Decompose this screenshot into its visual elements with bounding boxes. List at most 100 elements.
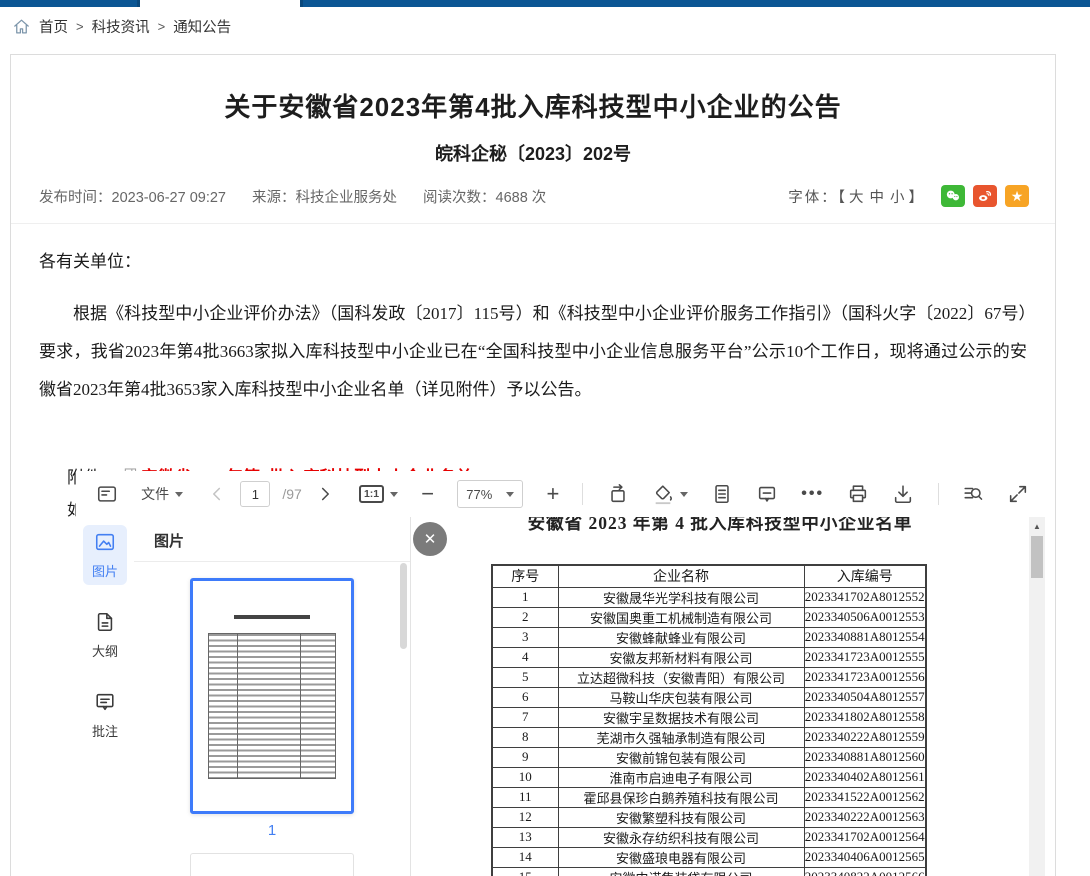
download-icon[interactable] [892,483,914,505]
page-thumbnail-selected[interactable] [190,578,354,814]
font-size-small-button[interactable]: 小 [890,190,907,206]
table-row: 10淮南市启迪电子有限公司2023340402A8012561 [492,767,926,787]
top-nav-tab-remnant [137,0,303,7]
favorite-button[interactable]: ★ [1005,185,1029,207]
meta-info: 发布时间：2023-06-27 09:27 来源：科技企业服务处 阅读次数：46… [39,186,546,207]
page-number-input[interactable] [240,481,270,507]
table-cell: 2023341702A0012564 [804,827,926,847]
more-options-icon[interactable]: ••• [801,485,824,503]
sidebar-tab-images[interactable]: 图片 [83,525,127,585]
column-header-index: 序号 [492,565,558,587]
chevron-down-icon [175,492,183,497]
breadcrumb-separator: > [76,19,84,34]
table-row: 14安徽盛琅电器有限公司2023340406A0012565 [492,847,926,867]
font-size-large-button[interactable]: 大 [849,190,866,206]
table-cell: 1 [492,587,558,607]
page-thumbnail-next[interactable] [190,853,354,876]
breadcrumb: 首页 > 科技资讯 > 通知公告 [12,16,231,37]
chevron-down-icon[interactable] [390,492,398,497]
annotation-bubble-icon [94,691,116,713]
company-table: 序号 企业名称 入库编号 1安徽晟华光学科技有限公司2023341702A801… [491,564,927,876]
previous-page-icon[interactable] [206,483,228,505]
table-cell: 安徽友邦新材料有限公司 [558,647,804,667]
zoom-in-button[interactable]: + [546,483,559,505]
thumbnail-page-number: 1 [134,822,410,839]
viewer-sidebar: 图片 大纲 批注 [76,517,134,876]
table-cell: 9 [492,747,558,767]
zoom-level-select[interactable]: 77% [457,480,523,508]
table-cell: 淮南市启迪电子有限公司 [558,767,804,787]
table-cell: 安徽盛琅电器有限公司 [558,847,804,867]
panel-scrollbar-thumb[interactable] [400,563,407,649]
file-menu-label: 文件 [141,484,169,504]
table-cell: 2023340881A8012560 [804,747,926,767]
actual-size-button[interactable]: 1:1 [359,485,384,503]
article-tools: 字体：【大中小】 ★ [788,185,1029,207]
thumbnail-mini-table [208,633,336,779]
file-menu-button[interactable]: 文件 [141,484,183,504]
breadcrumb-item-notices[interactable]: 通知公告 [173,16,231,37]
table-row: 11霍邱县保珍白鹅养殖科技有限公司2023341522A0012562 [492,787,926,807]
font-size-widget: 字体：【大中小】 [788,186,925,207]
table-cell: 2023341723A0012555 [804,647,926,667]
source: 来源：科技企业服务处 [252,186,397,207]
table-cell: 2023341723A0012556 [804,667,926,687]
view-count: 阅读次数：4688 次 [423,186,546,207]
content-scrollbar-thumb[interactable] [1031,536,1043,578]
table-cell: 15 [492,867,558,876]
page-total: /97 [282,486,301,502]
close-icon: ✕ [424,530,437,548]
table-cell: 2 [492,607,558,627]
zoom-out-button[interactable]: − [421,483,434,505]
comment-bubble-icon[interactable] [756,483,778,505]
table-cell: 2023340506A0012553 [804,607,926,627]
table-cell: 安徽晟华光学科技有限公司 [558,587,804,607]
publish-time: 发布时间：2023-06-27 09:27 [39,186,226,207]
breadcrumb-item-home[interactable]: 首页 [39,16,68,37]
chevron-down-icon[interactable] [680,492,688,497]
sidebar-tab-label: 批注 [83,721,127,740]
breadcrumb-item-news[interactable]: 科技资讯 [92,16,150,37]
pdf-page-content[interactable]: 安徽省 2023 年第 4 批入库科技型中小企业名单 序号 企业名称 入库编号 … [411,517,1029,876]
sidebar-tab-outline[interactable]: 大纲 [83,605,127,665]
sidebar-toggle-icon[interactable] [96,483,118,505]
table-cell: 2023340406A0012565 [804,847,926,867]
search-icon[interactable] [962,483,984,505]
wechat-share-button[interactable] [941,185,965,207]
page: 首页 > 科技资讯 > 通知公告 关于安徽省2023年第4批入库科技型中小企业的… [0,0,1090,876]
content-scrollbar[interactable]: ▲ [1029,517,1045,876]
body-paragraph: 根据《科技型中小企业评价办法》（国科发政〔2017〕115号）和《科技型中小企业… [39,295,1027,409]
page-navigation: /97 [206,481,335,507]
pdf-viewer-body: 图片 大纲 批注 [76,517,1045,876]
article-container: 关于安徽省2023年第4批入库科技型中小企业的公告 皖科企秘〔2023〕202号… [10,54,1056,876]
article-body: 各有关单位： 根据《科技型中小企业评价办法》（国科发政〔2017〕115号）和《… [11,247,1055,409]
table-cell: 12 [492,807,558,827]
table-row: 7安徽宇呈数据技术有限公司2023341802A8012558 [492,707,926,727]
table-row: 2安徽国奥重工机械制造有限公司2023340506A0012553 [492,607,926,627]
panel-scrollbar[interactable] [400,563,408,876]
table-cell: 2023341802A8012558 [804,707,926,727]
table-cell: 安徽繁塑科技有限公司 [558,807,804,827]
scroll-up-arrow[interactable]: ▲ [1029,517,1045,531]
print-icon[interactable] [847,483,869,505]
sidebar-tab-annotations[interactable]: 批注 [83,685,127,745]
table-cell: 安徽蜂献蜂业有限公司 [558,627,804,647]
table-cell: 10 [492,767,558,787]
table-row: 5立达超微科技（安徽青阳）有限公司2023341723A0012556 [492,667,926,687]
next-page-icon[interactable] [314,483,336,505]
close-panel-button[interactable]: ✕ [413,522,447,556]
table-cell: 13 [492,827,558,847]
rotate-page-icon[interactable] [607,483,629,505]
column-header-code: 入库编号 [804,565,926,587]
fullscreen-icon[interactable] [1007,483,1029,505]
paint-bucket-icon[interactable] [652,483,674,505]
table-cell: 立达超微科技（安徽青阳）有限公司 [558,667,804,687]
font-size-medium-button[interactable]: 中 [870,190,887,206]
weibo-share-button[interactable] [973,185,997,207]
thumbnail-panel-title: 图片 [134,517,410,562]
table-row: 15安徽中诺集装袋有限公司2023340822A0012566 [492,867,926,876]
notes-document-icon[interactable] [711,483,733,505]
wechat-icon [944,187,962,205]
table-row: 6马鞍山华庆包装有限公司2023340504A8012557 [492,687,926,707]
home-icon[interactable] [12,17,31,36]
